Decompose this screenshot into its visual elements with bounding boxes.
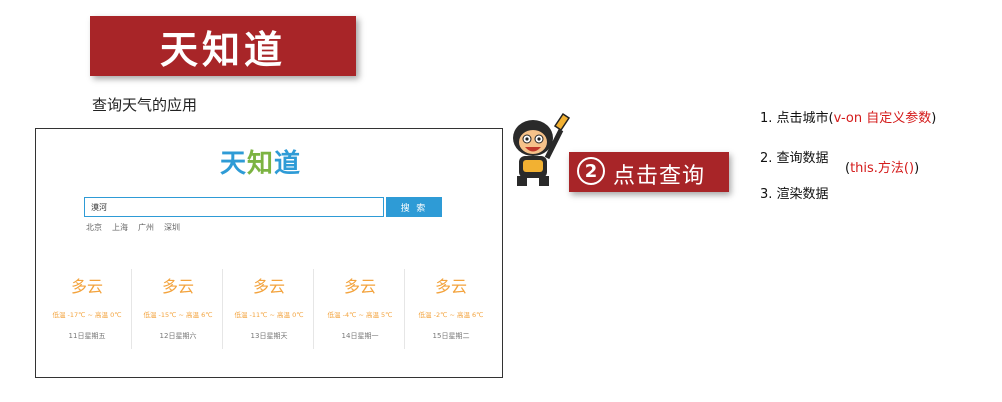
note-step-2: 2. 查询数据 xyxy=(760,151,829,166)
temperature-range: 低温 -4℃ ~ 高温 5℃ xyxy=(327,311,393,319)
title-banner: 天知道 xyxy=(90,16,356,76)
forecast-day: 多云 低温 -17℃ ~ 高温 0℃ 11日星期五 xyxy=(43,269,132,349)
subtitle: 查询天气的应用 xyxy=(92,96,198,114)
search-button[interactable]: 搜 索 xyxy=(386,197,442,217)
hot-cities: 北京 上海 广州 深圳 xyxy=(86,222,180,233)
temperature-range: 低温 -17℃ ~ 高温 0℃ xyxy=(52,311,122,319)
forecast-date: 12日星期六 xyxy=(159,332,197,340)
forecast-day: 多云 低温 -4℃ ~ 高温 5℃ 14日星期一 xyxy=(316,269,405,349)
hot-city-link[interactable]: 广州 xyxy=(138,222,154,233)
temperature-range: 低温 -11℃ ~ 高温 0℃ xyxy=(234,311,304,319)
forecast-list: 多云 低温 -17℃ ~ 高温 0℃ 11日星期五 多云 低温 -15℃ ~ 高… xyxy=(36,269,502,349)
weather-type: 多云 xyxy=(343,277,376,296)
temperature-range: 低温 -2℃ ~ 高温 6℃ xyxy=(418,311,484,319)
weather-type: 多云 xyxy=(70,277,103,296)
note-text: ) xyxy=(914,161,920,176)
forecast-date: 15日星期二 xyxy=(432,332,470,340)
app-screenshot: 天知道 搜 索 北京 上海 广州 深圳 多云 低温 -17℃ ~ 高温 0℃ 1… xyxy=(35,128,503,378)
forecast-day: 多云 低温 -15℃ ~ 高温 6℃ 12日星期六 xyxy=(134,269,223,349)
note-step-2-method: (this.方法()) xyxy=(845,157,919,176)
banner-title: 天知道 xyxy=(159,27,286,72)
step-badge: 2 点击查询 xyxy=(569,152,729,192)
hot-city-link[interactable]: 深圳 xyxy=(164,222,180,233)
note-text: ) xyxy=(931,111,937,126)
app-logo: 天知道 xyxy=(220,143,301,180)
forecast-date: 11日星期五 xyxy=(68,332,106,340)
step-label: 点击查询 xyxy=(613,164,706,189)
logo-char: 天 xyxy=(220,149,248,179)
step-number: 2 xyxy=(577,157,605,185)
temperature-range: 低温 -15℃ ~ 高温 6℃ xyxy=(143,311,213,319)
note-highlight: this.方法() xyxy=(850,161,915,176)
forecast-day: 多云 低温 -2℃ ~ 高温 6℃ 15日星期二 xyxy=(407,269,495,349)
forecast-date: 13日星期天 xyxy=(250,332,288,340)
weather-type: 多云 xyxy=(252,277,285,296)
weather-type: 多云 xyxy=(434,277,467,296)
monkey-mascot-icon xyxy=(513,112,571,186)
city-search-input[interactable] xyxy=(84,197,384,217)
forecast-date: 14日星期一 xyxy=(341,332,379,340)
note-text: 1. 点击城市( xyxy=(760,111,834,126)
weather-type: 多云 xyxy=(161,277,194,296)
hot-city-link[interactable]: 上海 xyxy=(112,222,128,233)
forecast-day: 多云 低温 -11℃ ~ 高温 0℃ 13日星期天 xyxy=(225,269,314,349)
hot-city-link[interactable]: 北京 xyxy=(86,222,102,233)
logo-char: 知 xyxy=(247,149,275,179)
logo-char: 道 xyxy=(274,149,302,179)
note-step-1: 1. 点击城市(v-on 自定义参数) xyxy=(760,107,936,126)
note-step-3: 3. 渲染数据 xyxy=(760,187,829,202)
note-highlight: v-on 自定义参数 xyxy=(833,111,932,126)
